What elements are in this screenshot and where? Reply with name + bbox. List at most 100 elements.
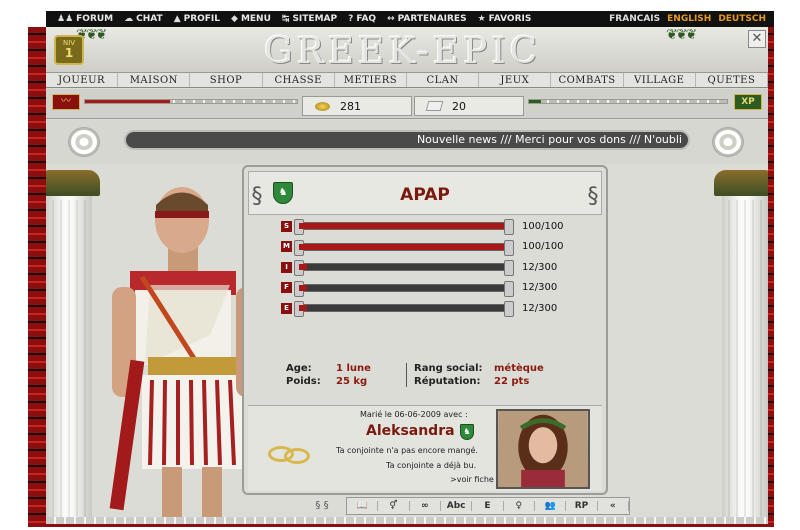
top-link-partenaires[interactable]: ↔ PARTENAIRES	[387, 14, 467, 24]
female-icon[interactable]: ♀	[504, 501, 535, 511]
top-link-faq[interactable]: ? FAQ	[348, 14, 376, 24]
resource-bar: 〰 281 20 XP	[46, 89, 768, 119]
forum-icon: ♟♟	[57, 14, 74, 24]
level-value: 1	[64, 46, 74, 60]
news-row: Nouvelle news /// Merci pour vos dons //…	[46, 120, 768, 164]
gold-counter: 281	[302, 96, 412, 116]
stat-value: 12/300	[522, 302, 558, 314]
info-divider	[406, 363, 407, 387]
partners-icon: ↔	[387, 14, 395, 24]
stat-row-m: M 100/100	[252, 239, 602, 256]
chart-icon[interactable]: 〰	[52, 94, 80, 110]
stat-key: S	[281, 220, 292, 232]
stat-bar-fill	[299, 305, 308, 311]
top-link-favoris[interactable]: ★ FAVORIS	[478, 14, 532, 24]
gold-value: 281	[340, 99, 361, 113]
e-button[interactable]: E	[472, 501, 504, 511]
sitemap-icon: ↹	[281, 14, 290, 24]
spouse-food-status: Ta conjointe n'a pas encore mangé.	[336, 446, 478, 455]
top-link-label: PROFIL	[183, 14, 221, 24]
stat-row-f: F 12/300	[252, 280, 602, 297]
top-link-chat[interactable]: ☁ CHAT	[124, 14, 163, 24]
character-header: § ♞ APAP §	[248, 171, 602, 215]
column-right	[714, 170, 768, 524]
nav-item-combats[interactable]: COMBATS	[551, 73, 624, 87]
xp-track	[528, 99, 728, 104]
group-icon[interactable]: 👥	[535, 501, 567, 511]
character-panel: § ♞ APAP § S 100/100 M 100/100 I 12/300 F 12/30…	[242, 165, 608, 495]
nav-item-jeux[interactable]: JEUX	[479, 73, 552, 87]
stat-row-s: S 100/100	[252, 219, 602, 235]
stat-key: M	[281, 241, 292, 252]
nav-item-village[interactable]: VILLAGE	[624, 73, 696, 87]
stat-value: 12/300	[522, 261, 558, 273]
site-logo[interactable]: GREEK-EPIC	[264, 31, 541, 72]
lang-francais[interactable]: FRANCAIS	[609, 14, 660, 24]
marriage-section: Marié le 06-06-2009 avec : Aleksandra ♞ …	[248, 405, 602, 491]
nav-item-chasse[interactable]: CHASSE	[263, 73, 335, 87]
rosette-icon	[712, 127, 744, 157]
age-value: 1 lune	[336, 363, 371, 374]
info-row-1: Age: 1 lune Rang social: métèque	[256, 363, 596, 376]
xp-button[interactable]: XP	[734, 94, 762, 110]
health-track	[84, 99, 298, 104]
column-left	[46, 170, 100, 524]
ivy-decoration-icon: ❦❦❦	[666, 27, 697, 43]
rings-icon[interactable]: ∞	[410, 501, 441, 511]
scroll-ornament-icon: § §	[315, 500, 329, 511]
nav-item-metiers[interactable]: METIERS	[335, 73, 408, 87]
spouse-name[interactable]: Aleksandra	[366, 423, 455, 439]
top-link-sitemap[interactable]: ↹ SITEMAP	[282, 14, 337, 24]
nav-item-quetes[interactable]: QUETES	[696, 73, 768, 87]
nav-item-joueur[interactable]: JOUEUR	[46, 73, 119, 87]
stone-icon	[425, 101, 444, 111]
rp-button[interactable]: RP	[566, 501, 598, 511]
stat-value: 12/300	[522, 282, 558, 293]
greek-border-left	[28, 27, 48, 527]
abc-button[interactable]: Abc	[441, 501, 473, 511]
stat-bar	[294, 260, 514, 276]
profile-icon: ▲	[173, 14, 181, 24]
top-link-forum[interactable]: ♟♟ FORUM	[57, 14, 113, 24]
rosette-icon	[68, 127, 100, 157]
stat-bar-fill	[299, 223, 509, 229]
news-ticker[interactable]: Nouvelle news /// Merci pour vos dons //…	[124, 130, 690, 150]
top-link-profil[interactable]: ▲ PROFIL	[174, 14, 220, 24]
reputation-value: 22 pts	[494, 376, 530, 387]
stat-bar-fill	[299, 243, 509, 250]
stat-bar	[294, 301, 514, 317]
view-profile-link[interactable]: >voir fiche	[450, 475, 494, 484]
reputation-label: Réputation:	[414, 376, 481, 387]
close-icon[interactable]: ✕	[748, 30, 766, 48]
rank-value: métèque	[494, 363, 544, 374]
nav-item-clan[interactable]: CLAN	[407, 73, 480, 87]
game-stage: ❦❦❦ ❦❦❦ NIV 1 GREEK-EPIC ✕ JOUEUR MAISON S…	[46, 27, 768, 524]
nav-item-maison[interactable]: MAISON	[118, 73, 191, 87]
stat-key: F	[281, 282, 292, 293]
gender-icon[interactable]: ⚥	[378, 501, 410, 511]
top-link-label: MENU	[240, 14, 271, 24]
menu-icon: ◆	[231, 14, 238, 24]
star-icon: ★	[477, 14, 486, 24]
top-link-label: SITEMAP	[292, 14, 338, 24]
action-toolbar: 📖 ⚥ ∞ Abc E ♀ 👥 RP «	[346, 497, 630, 515]
site-header: ❦❦❦ ❦❦❦ NIV 1 GREEK-EPIC ✕	[46, 27, 768, 73]
stat-bar	[294, 239, 514, 256]
top-link-bar: ♟♟ FORUM ☁ CHAT ▲ PROFIL ◆ MENU ↹ SITEMAP ? FAQ ↔ PAR…	[46, 11, 774, 27]
footer-band	[46, 517, 768, 524]
top-link-menu[interactable]: ◆ MENU	[231, 14, 271, 24]
nav-item-shop[interactable]: SHOP	[190, 73, 263, 87]
stat-bar-fill	[299, 284, 308, 291]
spouse-drink-status: Ta conjointe a déjà bu.	[386, 461, 477, 470]
spouse-portrait[interactable]	[496, 409, 590, 489]
main-nav: JOUEUR MAISON SHOP CHASSE METIERS CLAN JEUX COM…	[46, 73, 768, 88]
top-link-label: CHAT	[136, 14, 163, 24]
level-badge: NIV 1	[54, 35, 84, 65]
stat-row-e: E 12/300	[252, 301, 602, 317]
rank-label: Rang social:	[414, 363, 483, 374]
married-label: Marié le 06-06-2009 avec :	[360, 410, 468, 419]
lang-deutsch[interactable]: DEUTSCH	[718, 14, 766, 24]
back-icon[interactable]: «	[598, 501, 629, 511]
lang-english[interactable]: ENGLISH	[667, 14, 711, 24]
book-icon[interactable]: 📖	[347, 501, 379, 511]
